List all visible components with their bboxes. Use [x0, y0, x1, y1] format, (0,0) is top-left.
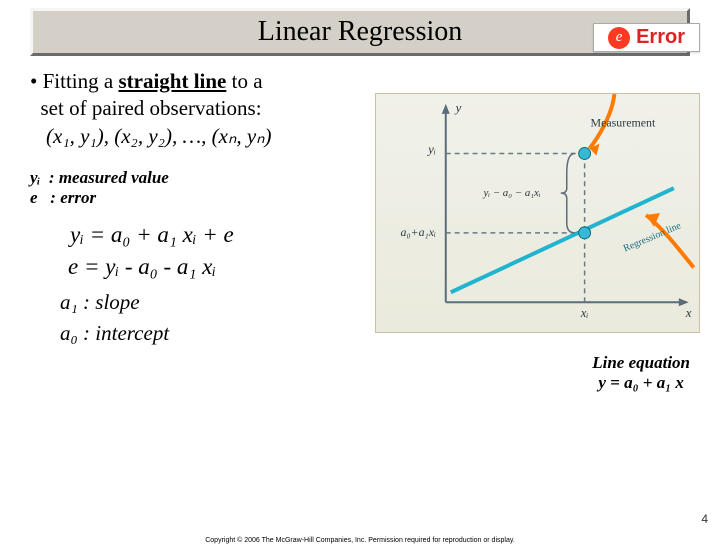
regression-figure: yᵢ a₀+a₁xᵢ yᵢ − a₀ − a₁xᵢ Measurement Re…	[375, 93, 700, 333]
slope-text: a₁ : slope	[60, 290, 140, 314]
title-bar: Linear Regression	[30, 8, 690, 56]
error-badge: e Error	[593, 23, 700, 52]
observations-line: (x₁, y₁), (x₂, y₂), …, (xₙ, yₙ)	[46, 124, 272, 148]
error-label: Error	[636, 26, 685, 49]
fig-ylab-fit: a₀+a₁xᵢ	[401, 225, 436, 239]
fig-axis-x: x	[685, 306, 692, 320]
page-title: Linear Regression	[258, 16, 463, 48]
fig-xlab-xi: xᵢ	[580, 306, 589, 320]
line-eq-l1: Line equation	[592, 353, 690, 373]
bullet-l1c: to a	[226, 69, 262, 93]
bullet-block: • Fitting a straight line to a set of pa…	[30, 68, 360, 150]
slide-number: 4	[701, 512, 708, 526]
def-yi: yᵢ : measured value	[30, 168, 169, 187]
equation-error-text: e = yᵢ - a₀ - a₁ xᵢ	[68, 254, 216, 279]
fig-axis-y: y	[454, 101, 462, 115]
line-eq-l2: y = a₀ + a₁ x	[592, 373, 690, 393]
fig-resid: yᵢ − a₀ − a₁xᵢ	[482, 187, 540, 199]
bullet-l1a: Fitting a	[43, 69, 119, 93]
def-e: e : error	[30, 188, 96, 207]
fig-measurement-label: Measurement	[591, 116, 656, 130]
intercept-text: a₀ : intercept	[60, 321, 169, 345]
fig-regline-label: Regression line	[622, 220, 683, 254]
error-circle-icon: e	[608, 27, 630, 49]
copyright-text: Copyright © 2006 The McGraw-Hill Compani…	[0, 537, 720, 544]
bullet-l1b: straight line	[118, 69, 226, 93]
error-sym: e	[616, 29, 623, 46]
bullet-l2: set of paired observations:	[41, 96, 262, 120]
fig-ylab-yi: yᵢ	[426, 143, 436, 157]
equation-model-text: yᵢ = a₀ + a₁ xᵢ + e	[70, 222, 234, 247]
line-equation-note: Line equation y = a₀ + a₁ x	[592, 353, 690, 394]
